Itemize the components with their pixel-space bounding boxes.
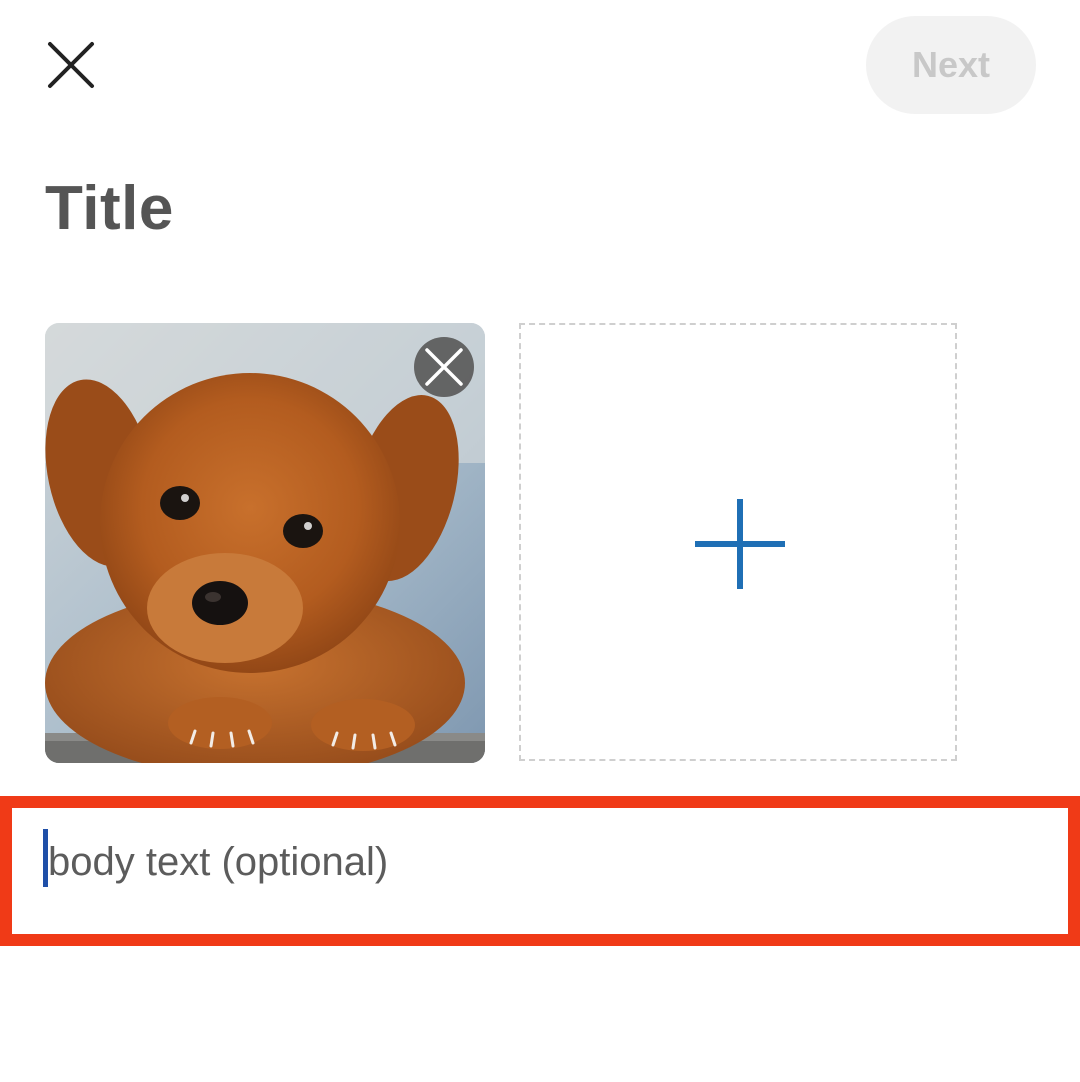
close-button[interactable]: [36, 30, 106, 100]
remove-media-button[interactable]: [413, 336, 475, 398]
plus-icon: [695, 499, 785, 589]
title-input[interactable]: Title: [45, 178, 174, 240]
next-button-label: Next: [911, 44, 991, 85]
close-icon: [48, 42, 94, 88]
add-media-button[interactable]: [519, 323, 957, 761]
body-text-input[interactable]: body text (optional): [48, 838, 388, 886]
remove-circle-icon: [414, 337, 474, 397]
next-button[interactable]: Next: [866, 16, 1036, 114]
text-cursor: [43, 829, 48, 887]
